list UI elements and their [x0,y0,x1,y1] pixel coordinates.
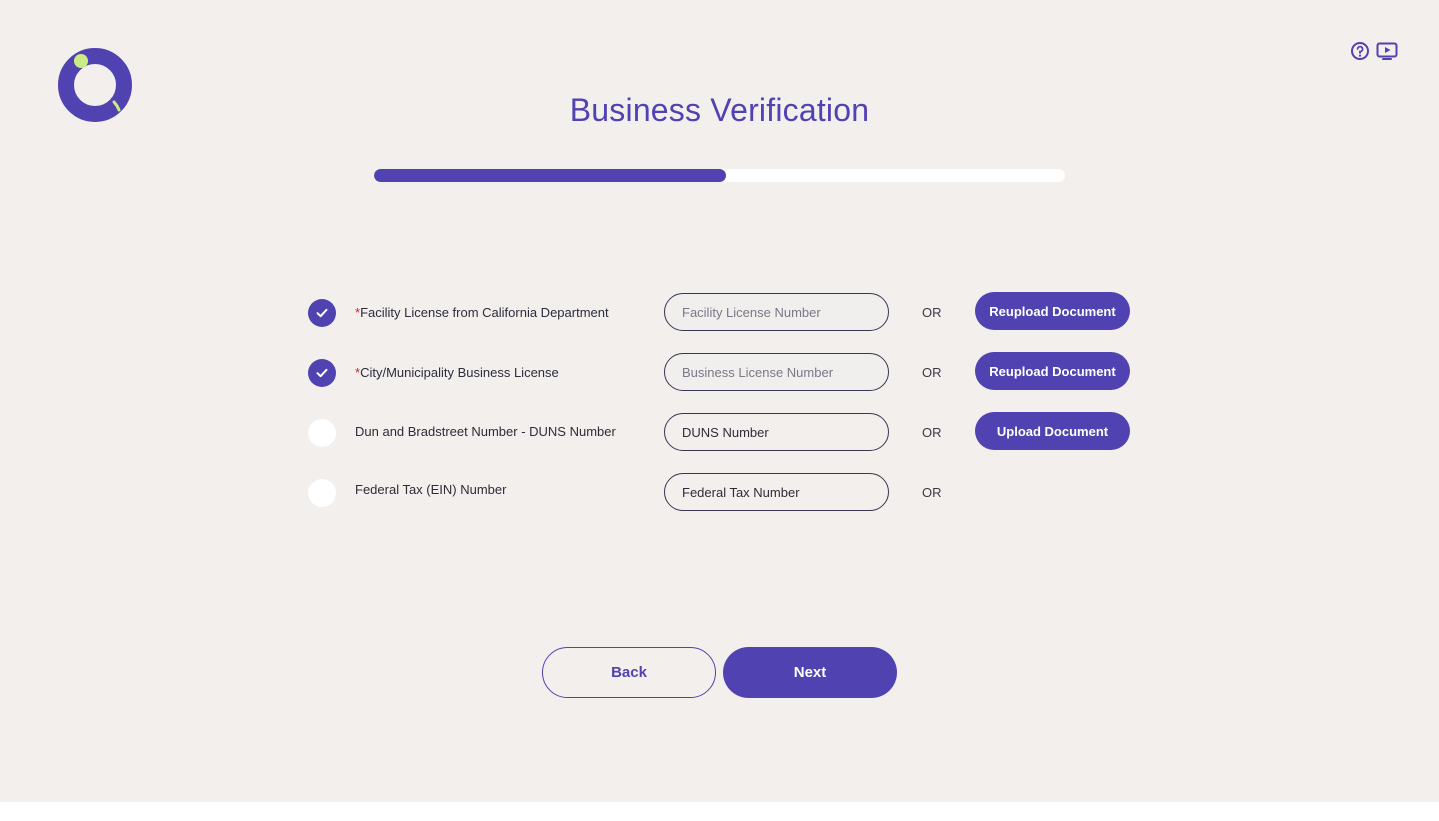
federal-tax-number-input[interactable] [664,473,889,511]
back-button[interactable]: Back [542,647,716,698]
next-button[interactable]: Next [723,647,897,698]
page-background: Business Verification *Facility License … [0,0,1439,802]
reupload-document-button[interactable]: Reupload Document [975,352,1130,390]
or-separator: OR [922,425,942,440]
duns-number-input[interactable] [664,413,889,451]
row-checkbox[interactable] [308,419,336,447]
video-tutorial-icon[interactable] [1376,41,1398,61]
page-title: Business Verification [569,92,870,128]
row-label: Federal Tax (EIN) Number [355,482,507,497]
upload-document-button[interactable]: Upload Document [975,412,1130,450]
row-label: Dun and Bradstreet Number - DUNS Number [355,424,616,439]
progress-bar [374,169,1065,182]
checkmark-icon [316,308,328,318]
top-right-toolbar [1350,41,1398,61]
help-circle-icon[interactable] [1350,41,1370,61]
row-label-text: City/Municipality Business License [360,365,559,380]
or-separator: OR [922,305,942,320]
row-checkbox[interactable] [308,299,336,327]
or-separator: OR [922,365,942,380]
facility-license-number-input[interactable] [664,293,889,331]
progress-bar-fill [374,169,727,182]
business-license-number-input[interactable] [664,353,889,391]
verification-row-federal-tax: Federal Tax (EIN) Number OR [308,473,1138,513]
row-checkbox[interactable] [308,359,336,387]
row-label-text: Facility License from California Departm… [360,305,609,320]
verification-row-facility-license: *Facility License from California Depart… [308,292,1138,333]
row-checkbox[interactable] [308,479,336,507]
reupload-document-button[interactable]: Reupload Document [975,292,1130,330]
row-label: *Facility License from California Depart… [355,305,609,320]
or-separator: OR [922,485,942,500]
checkmark-icon [316,368,328,378]
verification-row-duns: Dun and Bradstreet Number - DUNS Number … [308,412,1138,453]
verification-row-business-license: *City/Municipality Business License OR R… [308,352,1138,393]
row-label: *City/Municipality Business License [355,365,559,380]
